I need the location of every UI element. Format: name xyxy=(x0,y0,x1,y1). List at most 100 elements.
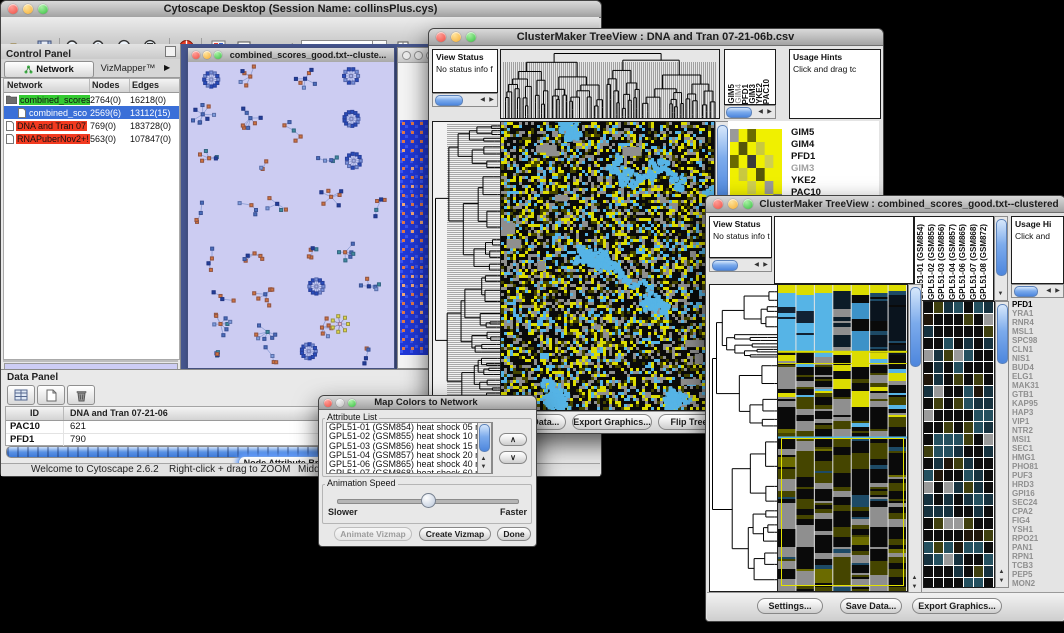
zoom-button[interactable] xyxy=(214,51,222,59)
gene-label[interactable]: GIM3 xyxy=(791,163,876,175)
network-row[interactable]: DNA and Tran 07769(0)183728(0) xyxy=(4,119,179,132)
select-attributes-button[interactable] xyxy=(7,385,35,405)
gene-label[interactable]: SEC24 xyxy=(1012,498,1062,507)
column-label[interactable]: GPL51-06 (GSM865) xyxy=(958,224,969,300)
gene-label[interactable]: MSI1 xyxy=(1012,435,1062,444)
view-status-scrollbar[interactable]: ◀▶ xyxy=(709,258,772,272)
column-dendrogram[interactable] xyxy=(500,49,720,119)
tab-network[interactable]: Network xyxy=(4,61,94,78)
gene-label[interactable]: RPN1 xyxy=(1012,552,1062,561)
close-button[interactable] xyxy=(192,51,200,59)
gene-label[interactable]: GIM4 xyxy=(791,139,876,151)
column-label[interactable]: GPL51-07 (GSM868) xyxy=(969,224,980,300)
gene-label[interactable]: PFD1 xyxy=(791,151,876,163)
attribute-list-item[interactable]: GPL51-04 (GSM857) heat shock 20 min xyxy=(327,451,492,460)
minimize-button[interactable] xyxy=(203,51,211,59)
animate-vizmap-button[interactable]: Animate Vizmap xyxy=(334,527,412,541)
action-button[interactable]: Export Graphics... xyxy=(572,414,652,430)
cytoscape-titlebar[interactable]: Cytoscape Desktop (Session Name: collins… xyxy=(1,1,601,18)
tab-vizmapper[interactable]: VizMapper™ xyxy=(94,61,162,76)
zoom-button[interactable] xyxy=(743,199,753,209)
gene-label[interactable]: YKE2 xyxy=(791,175,876,187)
action-button[interactable]: Save Data... xyxy=(840,598,902,614)
column-label[interactable]: GIM5 xyxy=(727,84,734,104)
network-view-window[interactable]: combined_scores_good.txt--cluste... xyxy=(187,47,395,369)
close-button[interactable] xyxy=(8,4,18,14)
action-button[interactable]: Export Graphics... xyxy=(912,598,1002,614)
network-row[interactable]: combined_scores2764(0)16218(0) xyxy=(4,93,179,106)
column-label[interactable]: PAC10 xyxy=(762,79,769,104)
gene-label[interactable]: TCB3 xyxy=(1012,561,1062,570)
gene-label[interactable]: PFD1 xyxy=(1012,300,1062,309)
gene-label[interactable]: MAK31 xyxy=(1012,381,1062,390)
column-label[interactable]: YKE2 xyxy=(755,83,762,104)
gene-label[interactable]: YRA1 xyxy=(1012,309,1062,318)
view-status-scrollbar[interactable]: ◀▶ xyxy=(432,93,498,107)
column-labels-scrollbar[interactable]: ◀▶ xyxy=(724,105,776,119)
minimize-button[interactable] xyxy=(336,399,344,407)
network-canvas[interactable] xyxy=(188,62,394,368)
close-button[interactable] xyxy=(402,51,411,60)
column-label[interactable]: GPL51-02 (GSM855) xyxy=(927,224,938,300)
move-down-button[interactable]: ∨ xyxy=(499,451,527,464)
gene-label[interactable]: ELG1 xyxy=(1012,372,1062,381)
gene-label[interactable]: YSH1 xyxy=(1012,525,1062,534)
attribute-list-item[interactable]: GPL51-03 (GSM856) heat shock 15 min xyxy=(327,442,492,451)
column-label[interactable]: GIM4 xyxy=(734,84,741,104)
minimize-button[interactable] xyxy=(23,4,33,14)
gene-label[interactable]: NIS1 xyxy=(1012,354,1062,363)
zoom-heatmap-scrollbar[interactable]: ▲▼ xyxy=(995,301,1009,588)
network-row[interactable]: combined_sco2569(6)13112(15) xyxy=(4,106,179,119)
close-button[interactable] xyxy=(713,199,723,209)
heatmap-vscrollbar[interactable]: ▲▼ xyxy=(908,284,922,594)
row-dendrogram[interactable] xyxy=(709,284,778,592)
gene-label[interactable]: CLN1 xyxy=(1012,345,1062,354)
gene-label[interactable]: PAN1 xyxy=(1012,543,1062,552)
gene-label[interactable]: CPA2 xyxy=(1012,507,1062,516)
gene-label[interactable]: MSL1 xyxy=(1012,327,1062,336)
zoom-button[interactable] xyxy=(38,4,48,14)
column-label[interactable]: GPL51-08 (GSM872) xyxy=(979,224,990,300)
gene-label[interactable]: MON2 xyxy=(1012,579,1062,588)
heatmap-selection-rect[interactable] xyxy=(781,438,904,586)
move-up-button[interactable]: ∧ xyxy=(499,433,527,446)
gene-label[interactable]: PEP5 xyxy=(1012,570,1062,579)
gene-label[interactable]: HMG1 xyxy=(1012,453,1062,462)
attribute-list-scrollbar[interactable]: ▲▼ xyxy=(477,422,492,474)
gene-label[interactable]: VIP1 xyxy=(1012,417,1062,426)
column-labels-scrollbar[interactable]: ▼ xyxy=(994,216,1008,301)
gene-label[interactable]: GPI16 xyxy=(1012,489,1062,498)
attribute-list-item[interactable]: GPL51-02 (GSM855) heat shock 10 min xyxy=(327,432,492,441)
minimize-button[interactable] xyxy=(451,32,461,42)
gene-label[interactable]: SEC1 xyxy=(1012,444,1062,453)
animation-slider-thumb[interactable] xyxy=(421,493,436,508)
close-button[interactable] xyxy=(436,32,446,42)
column-label[interactable]: PFD1 xyxy=(741,84,748,104)
gene-label[interactable]: HRD3 xyxy=(1012,480,1062,489)
create-vizmap-button[interactable]: Create Vizmap xyxy=(419,527,491,541)
gene-label[interactable]: PUF3 xyxy=(1012,471,1062,480)
gene-label[interactable]: GTB1 xyxy=(1012,390,1062,399)
column-label[interactable]: GIM3 xyxy=(748,84,755,104)
gene-label[interactable]: FIG4 xyxy=(1012,516,1062,525)
new-attribute-button[interactable] xyxy=(37,385,65,405)
gene-label[interactable]: RNR4 xyxy=(1012,318,1062,327)
map-dialog-titlebar[interactable]: Map Colors to Network xyxy=(319,396,536,410)
gene-label[interactable]: KAP95 xyxy=(1012,399,1062,408)
zoom-button[interactable] xyxy=(466,32,476,42)
gene-label[interactable]: GIM5 xyxy=(791,127,876,139)
gene-label[interactable]: HAP3 xyxy=(1012,408,1062,417)
heatmap-canvas[interactable] xyxy=(500,121,715,411)
treeview-dna-titlebar[interactable]: ClusterMaker TreeView : DNA and Tran 07-… xyxy=(429,29,883,46)
column-label[interactable]: GPL51-03 (GSM856) xyxy=(937,224,948,300)
minimize-button[interactable] xyxy=(414,51,423,60)
gene-label[interactable]: NTR2 xyxy=(1012,426,1062,435)
zoom-heatmap-canvas[interactable] xyxy=(923,301,995,588)
float-panel-icon[interactable] xyxy=(165,46,176,57)
minimize-button[interactable] xyxy=(728,199,738,209)
done-button[interactable]: Done xyxy=(497,527,531,541)
network-table-header[interactable]: Network Nodes Edges xyxy=(4,79,179,93)
attribute-listbox[interactable]: GPL51-01 (GSM854) heat shock 05 minGPL51… xyxy=(326,422,493,474)
gene-label[interactable]: SPC98 xyxy=(1012,336,1062,345)
attribute-list-item[interactable]: GPL51-07 (GSM868) heat shock 60 min xyxy=(327,469,492,474)
